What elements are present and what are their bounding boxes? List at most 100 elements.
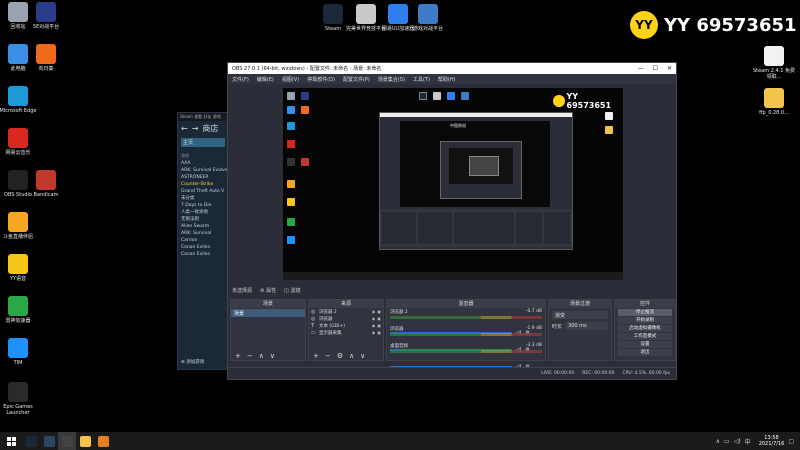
move-up-icon[interactable]: ∧ <box>259 352 264 360</box>
source-item[interactable]: ▭ 显示器采集 ◉ ▣ <box>309 329 383 336</box>
steam-library-item[interactable]: ARK: Survival <box>178 230 228 237</box>
steam-library-item[interactable]: AAA <box>178 160 228 167</box>
filters-button[interactable]: ◫ 滤镜 <box>284 287 300 294</box>
source-item[interactable]: ◎ 浏览器 ◉ ▣ <box>309 315 383 322</box>
obs-preview-area[interactable]: YY 69573651 中国原创 <box>228 84 676 284</box>
steam-library-item[interactable]: ARK: Survival Evolved <box>178 167 228 174</box>
ime-icon[interactable]: 中 <box>745 437 751 446</box>
obs-menu-item[interactable]: 配置文件(P) <box>343 76 370 83</box>
desktop-icon-epic-games[interactable]: Epic Games Launcher <box>0 382 40 416</box>
scene-item[interactable]: 场景 <box>231 309 305 317</box>
steam-library-item[interactable]: Counter-Strike <box>178 181 228 188</box>
source-name: 浏览器 2 <box>319 309 337 315</box>
steam-home-button[interactable]: 主页 <box>181 138 225 147</box>
desktop-icon-edge[interactable]: Microsoft Edge <box>0 86 40 114</box>
eye-icon[interactable]: ◉ <box>372 323 376 328</box>
desktop-icon-document[interactable]: Steam 2.4.1 免费领取... <box>752 46 796 80</box>
steam-nav-title[interactable]: 商店 <box>202 123 218 134</box>
taskbar-app[interactable] <box>22 432 40 450</box>
obs-preview-canvas[interactable]: YY 69573651 中国原创 <box>283 88 623 280</box>
desktop-icon-leishen[interactable]: 雷神加速器 <box>0 296 40 324</box>
desktop-icon-5e-platform[interactable]: 5E对战平台 <box>24 2 68 30</box>
steam-library-item[interactable]: ASTRONEER <box>178 174 228 181</box>
obs-menu-item[interactable]: 工具(T) <box>413 76 430 83</box>
obs-menu-item[interactable]: 场景集合(S) <box>378 76 405 83</box>
obs-menu-item[interactable]: 编辑(E) <box>257 76 274 83</box>
lock-icon[interactable]: ▣ <box>377 309 381 314</box>
app-taskbar-icon <box>97 435 109 447</box>
desktop-icon-yy[interactable]: YY语音 <box>0 254 40 282</box>
maximize-icon[interactable]: ☐ <box>653 65 658 72</box>
obs-menu-item[interactable]: 文件(F) <box>232 76 249 83</box>
steam-add-game-button[interactable]: ⊕ 添加游戏 <box>181 359 204 365</box>
source-item[interactable]: T 文本 (GDI+) ◉ ▣ <box>309 322 383 329</box>
control-button[interactable]: 停止推流 <box>618 309 672 316</box>
steam-library-item[interactable]: Conan Exiles <box>178 251 228 258</box>
lock-icon[interactable]: ▣ <box>377 323 381 328</box>
forward-arrow-icon[interactable]: → <box>192 124 199 133</box>
steam-library-item[interactable]: 7 Days to Die <box>178 202 228 209</box>
remove-source-icon[interactable]: − <box>325 352 331 360</box>
move-up-icon[interactable]: ∧ <box>349 352 354 360</box>
start-button[interactable] <box>0 432 22 450</box>
desktop-icon-sunflower[interactable]: 向日葵 <box>24 44 68 72</box>
taskbar-app[interactable] <box>58 432 76 450</box>
minimize-icon[interactable]: — <box>638 65 644 72</box>
steam-library-item[interactable]: 未分类 <box>178 195 228 202</box>
move-down-icon[interactable]: ∨ <box>270 352 275 360</box>
add-source-icon[interactable]: + <box>313 352 319 360</box>
leishen-icon <box>8 296 28 316</box>
desktop-icon-tim[interactable]: TIM <box>0 338 40 366</box>
properties-button[interactable]: ⚙ 属性 <box>260 287 276 294</box>
duration-input[interactable]: 300 ms <box>565 322 608 330</box>
control-button[interactable]: 设置 <box>618 341 672 348</box>
steam-library-item[interactable]: 人类一败涂地 <box>178 209 228 216</box>
notification-icon[interactable]: ▢ <box>788 438 794 445</box>
lock-icon[interactable]: ▣ <box>377 316 381 321</box>
steam-library-item[interactable]: Grand Theft Auto V <box>178 188 228 195</box>
obs-window[interactable]: OBS 27.0.1 (64-bit, windows) - 配置文件: 未命名… <box>227 62 677 380</box>
clock[interactable]: 13:58 2021/7/16 <box>759 435 785 447</box>
eye-icon[interactable]: ◉ <box>372 316 376 321</box>
steam-window[interactable]: Steam 查看 好友 游戏 ← → 商店 主页 游戏 AAA ARK: Surv… <box>177 112 229 370</box>
obs-menu-item[interactable]: 停靠部件(D) <box>307 76 335 83</box>
back-arrow-icon[interactable]: ← <box>181 124 188 133</box>
lock-icon[interactable]: ▣ <box>377 330 381 335</box>
steam-library-item[interactable]: 无限法则 <box>178 216 228 223</box>
eye-icon[interactable]: ◉ <box>372 309 376 314</box>
steam-library-item[interactable]: Carrion <box>178 237 228 244</box>
channel-db: -3.3 dB <box>525 343 542 348</box>
control-button[interactable]: 退出 <box>618 349 672 356</box>
control-button[interactable]: 启动虚拟摄像机 <box>618 325 672 332</box>
chevron-up-icon[interactable]: ∧ <box>716 438 720 445</box>
obs-menu-item[interactable]: 视图(V) <box>282 76 299 83</box>
control-button[interactable]: 工作室模式 <box>618 333 672 340</box>
move-down-icon[interactable]: ∨ <box>360 352 365 360</box>
close-icon[interactable]: ✕ <box>667 65 672 72</box>
eye-icon[interactable]: ◉ <box>372 330 376 335</box>
control-button[interactable]: 开始录制 <box>618 317 672 324</box>
sunflower-icon <box>36 44 56 64</box>
desktop-icon-folder[interactable]: ffp_0.28.0... <box>752 88 796 116</box>
preview-yy-icon <box>287 198 295 206</box>
network-icon[interactable]: ▭ <box>724 438 730 445</box>
transition-type-select[interactable]: 渐变 <box>552 311 608 319</box>
desktop-icon-bandicam[interactable]: Bandicam <box>24 170 68 198</box>
netease-music-icon <box>8 128 28 148</box>
folder-icon <box>764 88 784 108</box>
add-scene-icon[interactable]: + <box>235 352 241 360</box>
steam-top-menu[interactable]: Steam 查看 好友 游戏 <box>178 113 228 121</box>
obs-menu-item[interactable]: 帮助(H) <box>438 76 456 83</box>
desktop-icon-game-platform[interactable]: 游戏对战平台 <box>406 4 450 32</box>
steam-library-item[interactable]: Alien Swarm <box>178 223 228 230</box>
taskbar-app[interactable] <box>76 432 94 450</box>
taskbar-app[interactable] <box>94 432 112 450</box>
source-settings-icon[interactable]: ⚙ <box>337 352 343 360</box>
desktop-icon-netease-music[interactable]: 网易云音乐 <box>0 128 40 156</box>
steam-library-item[interactable]: Conan Exiles <box>178 244 228 251</box>
taskbar-app[interactable] <box>40 432 58 450</box>
source-item[interactable]: ◎ 浏览器 2 ◉ ▣ <box>309 308 383 315</box>
volume-icon[interactable]: ◁) <box>734 438 741 445</box>
remove-scene-icon[interactable]: − <box>247 352 253 360</box>
desktop-icon-douyu[interactable]: 斗鱼直播伴侣 <box>0 212 40 240</box>
